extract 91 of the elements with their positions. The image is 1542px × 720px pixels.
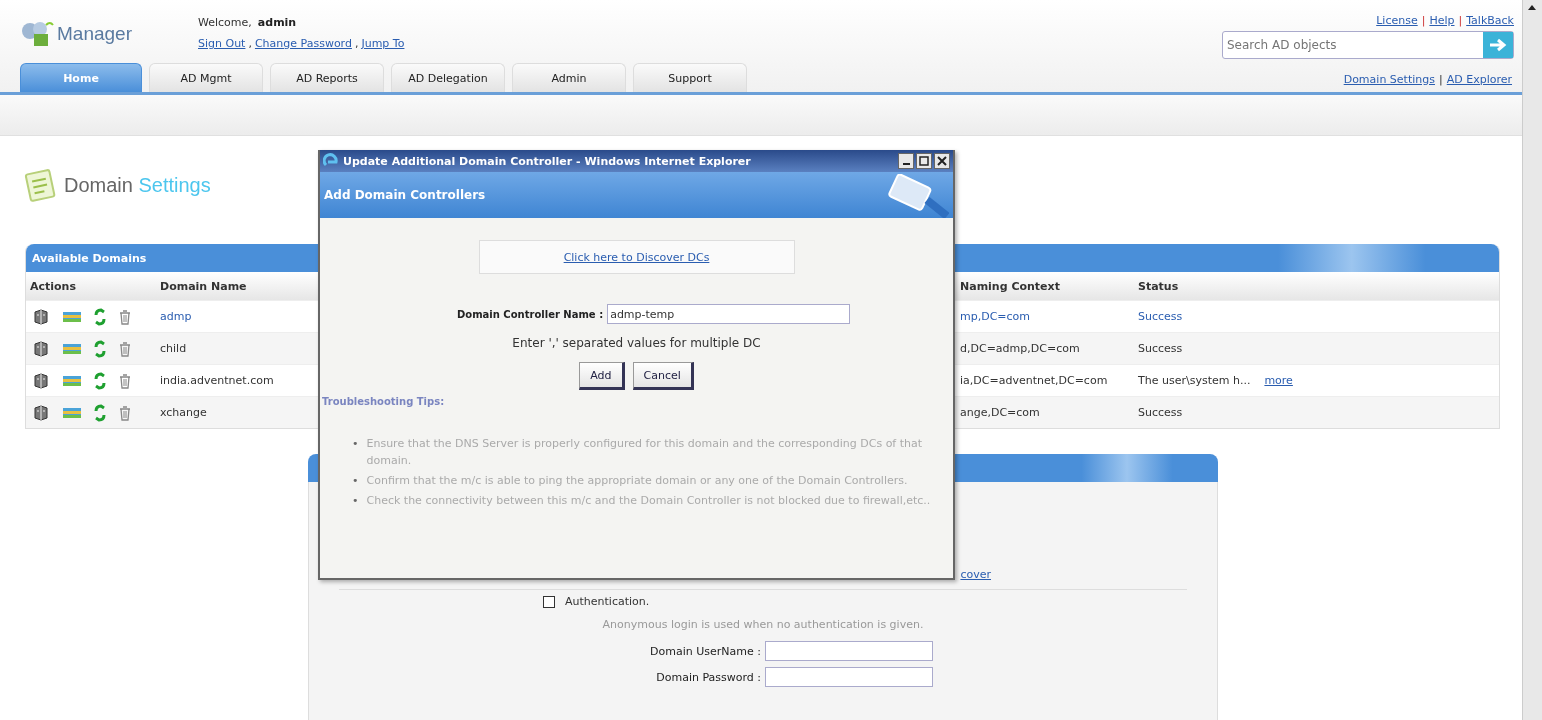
add-button[interactable]: Add <box>579 362 625 390</box>
card-icon[interactable] <box>62 341 82 356</box>
delete-icon[interactable] <box>118 340 132 357</box>
dialog-heading: Add Domain Controllers <box>324 188 486 202</box>
input-field[interactable] <box>765 641 933 661</box>
nav-tab[interactable]: Admin <box>512 63 626 92</box>
nav-link[interactable]: Domain Settings <box>1343 73 1435 86</box>
refresh-icon[interactable] <box>94 307 106 326</box>
bullet-mark: • <box>352 493 359 509</box>
delete-icon[interactable] <box>118 308 132 325</box>
column-header: Status <box>1138 279 1179 293</box>
card-icon[interactable] <box>62 373 82 388</box>
link-separator: | <box>1458 14 1463 27</box>
table-cell: Success <box>1138 310 1183 323</box>
delete-icon[interactable] <box>118 372 132 389</box>
arrow-right-icon <box>1488 37 1508 53</box>
table-cell: d,DC=admp,DC=com <box>960 342 1080 355</box>
maximize-icon <box>919 156 929 166</box>
table-cell: ange,DC=com <box>960 406 1040 419</box>
table-cell: xchange <box>160 406 207 419</box>
link-separator: , <box>248 37 252 50</box>
browser-icon <box>323 153 339 169</box>
maximize-button[interactable] <box>916 153 932 169</box>
link-separator: | <box>1439 73 1443 86</box>
tip-text: Ensure that the DNS Server is properly configured for this domain and the corresponding DCs of that domain. <box>366 436 924 469</box>
table-cell: child <box>160 342 187 355</box>
window-title: Update Additional Domain Controller - Windows Internet Explorer <box>343 154 751 168</box>
panel-title: Available Domains <box>32 251 147 265</box>
nav-tab[interactable]: AD Delegation <box>391 63 505 92</box>
hint-text: Enter ',' separated values for multiple DC <box>511 336 762 350</box>
input-field[interactable]: admp-temp <box>607 304 851 324</box>
card-icon[interactable] <box>62 309 82 324</box>
field-label: Domain Password : <box>655 670 761 684</box>
tips-title: Troubleshooting Tips: <box>322 396 446 407</box>
checkbox[interactable] <box>543 595 555 608</box>
hint-text: Anonymous login is used when no authentication is given. <box>601 618 925 631</box>
server-icon[interactable] <box>32 307 50 326</box>
close-icon <box>937 156 947 166</box>
tip-text: Check the connectivity between this m/c and the Domain Controller is not blocked due to firewall,etc.. <box>366 493 931 509</box>
nav-link[interactable]: AD Explorer <box>1446 73 1512 86</box>
table-cell: Success <box>1138 406 1183 419</box>
table-cell[interactable]: admp <box>160 310 192 323</box>
help-link[interactable]: Help <box>1429 14 1455 27</box>
bullet-mark: • <box>352 436 359 452</box>
link-separator: | <box>1421 14 1426 27</box>
minimize-button[interactable] <box>898 153 914 169</box>
table-cell: The user\system h... <box>1138 374 1251 387</box>
card-icon[interactable] <box>62 405 82 420</box>
help-link[interactable]: License <box>1376 14 1418 27</box>
welcome-label: Welcome, <box>198 16 252 29</box>
column-header: Actions <box>30 279 76 293</box>
search-field[interactable]: Search AD objects <box>1223 38 1483 52</box>
close-button[interactable] <box>934 153 950 169</box>
search-button[interactable] <box>1483 32 1513 58</box>
user-name: admin <box>257 16 297 29</box>
logo-text: Manager <box>57 23 132 45</box>
discover-link[interactable]: cover <box>960 568 991 581</box>
tip-text: Confirm that the m/c is able to ping the appropriate domain or any one of the Domain Controllers. <box>366 473 908 489</box>
bullet-mark: • <box>352 473 359 489</box>
account-link[interactable]: Change Password <box>254 37 352 50</box>
refresh-icon[interactable] <box>94 339 106 358</box>
link-separator: , <box>354 37 359 50</box>
search-box[interactable]: Search AD objects <box>1222 31 1514 59</box>
delete-icon[interactable] <box>118 404 132 421</box>
checkbox-label: Authentication. <box>565 595 650 608</box>
table-cell: ia,DC=adventnet,DC=com <box>960 374 1108 387</box>
field-label: Domain Controller Name : <box>457 308 604 320</box>
account-link[interactable]: Jump To <box>361 37 405 50</box>
input-field[interactable] <box>765 667 933 687</box>
help-link[interactable]: TalkBack <box>1466 14 1514 27</box>
nav-tab[interactable]: AD Mgmt <box>149 63 263 92</box>
table-cell: mp,DC=com <box>960 310 1031 323</box>
minimize-icon <box>902 163 910 165</box>
account-link[interactable]: Sign Out <box>198 37 246 50</box>
nav-tab[interactable]: Support <box>633 63 747 92</box>
cancel-button[interactable]: Cancel <box>632 362 694 390</box>
refresh-icon[interactable] <box>94 371 106 390</box>
more-link[interactable]: more <box>1264 374 1293 387</box>
column-header: Domain Name <box>160 279 247 293</box>
table-cell: india.adventnet.com <box>160 374 274 387</box>
table-cell: Success <box>1138 342 1183 355</box>
server-icon[interactable] <box>32 371 50 390</box>
column-header: Naming Context <box>960 279 1060 293</box>
field-label: Domain UserName : <box>649 644 761 658</box>
refresh-icon[interactable] <box>94 403 106 422</box>
server-icon[interactable] <box>32 403 50 422</box>
page-title: Domain Settings <box>64 173 211 197</box>
logo-icon <box>20 19 54 49</box>
server-icon[interactable] <box>32 339 50 358</box>
discover-link[interactable]: Click here to Discover DCs <box>563 250 710 264</box>
nav-tab[interactable]: AD Reports <box>270 63 384 92</box>
